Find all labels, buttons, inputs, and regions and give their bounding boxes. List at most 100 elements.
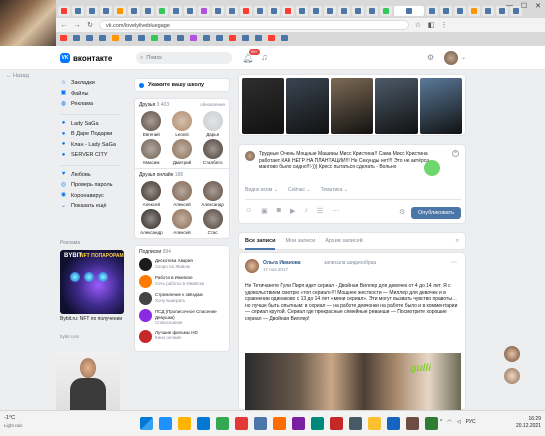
bookmark-icon[interactable] xyxy=(164,35,171,41)
sidebar-item[interactable]: ♥ Любовь xyxy=(60,170,130,181)
more-options-icon[interactable]: ⋯ xyxy=(451,259,457,266)
taskbar-app-icon[interactable] xyxy=(406,417,419,430)
status-textarea[interactable]: Трудные Очень Мощные Машины Мисс Кристин… xyxy=(259,151,447,171)
maximize-icon[interactable]: ☐ xyxy=(521,2,527,10)
ad-caption[interactable]: Bybit.ru: NFT по получении xyxy=(60,316,126,322)
bookmark-icon[interactable] xyxy=(216,35,223,41)
friend-item[interactable]: Максим xyxy=(137,139,166,165)
user-avatar[interactable] xyxy=(444,51,458,65)
sidebar-item[interactable]: ◉ Коронавирус xyxy=(60,191,130,202)
vk-logo[interactable]: VK вконтакте xyxy=(60,53,112,63)
wall-tab[interactable]: Все записи xyxy=(245,233,276,250)
browser-tab[interactable] xyxy=(394,5,424,16)
browser-tab[interactable] xyxy=(212,5,224,16)
close-icon[interactable]: ✕ xyxy=(535,2,541,10)
subscription-item[interactable]: Лучшие фильмы HD Кино онлайн xyxy=(139,329,225,343)
extensions-icon[interactable]: ◧ xyxy=(427,21,435,29)
url-field[interactable]: vk.com/lovelylivebluegage xyxy=(99,20,409,30)
browser-tab[interactable] xyxy=(184,5,196,16)
browser-tab[interactable] xyxy=(454,5,466,16)
post-author[interactable]: Ольга Иванова xyxy=(263,260,301,266)
friend-item[interactable]: Алексей xyxy=(168,209,197,235)
gear-icon[interactable]: ⚙ xyxy=(427,53,434,62)
publish-button[interactable]: Опубликовать xyxy=(411,207,461,219)
browser-tab[interactable] xyxy=(268,5,280,16)
browser-tab[interactable] xyxy=(198,5,210,16)
music-icon[interactable]: ♫ xyxy=(261,52,268,62)
friend-item[interactable]: Сталбато xyxy=(198,139,227,165)
bookmark-icon[interactable] xyxy=(86,35,93,41)
friend-item[interactable]: Дарья xyxy=(198,111,227,137)
post-image[interactable]: gulli xyxy=(245,353,461,411)
search-box[interactable]: ⌕ xyxy=(136,52,232,64)
photo-thumbnail[interactable] xyxy=(375,78,418,134)
wall-tab[interactable]: Архив записей xyxy=(325,238,362,244)
bookmark-icon[interactable] xyxy=(60,35,67,41)
camera-icon[interactable]: ◙ xyxy=(277,207,281,215)
chevron-up-icon[interactable]: ^ xyxy=(440,419,442,425)
photo-icon[interactable]: ▣ xyxy=(261,207,268,215)
browser-tab[interactable] xyxy=(296,5,308,16)
browser-tab[interactable] xyxy=(58,5,70,16)
friend-item[interactable]: Александр xyxy=(198,181,227,207)
sidebar-item[interactable]: ◍ Реклама xyxy=(60,99,130,110)
search-input[interactable] xyxy=(146,55,227,61)
taskbar-app-icon[interactable] xyxy=(178,417,191,430)
sidebar-item[interactable]: ◎ Проверь пароль xyxy=(60,180,130,191)
sidebar-item[interactable]: ● Lady SaGa xyxy=(60,119,130,130)
reload-icon[interactable]: ↻ xyxy=(86,21,94,29)
browser-tab[interactable] xyxy=(366,5,378,16)
taskbar-app-icon[interactable] xyxy=(254,417,267,430)
close-icon[interactable]: × xyxy=(452,150,459,157)
taskbar-app-icon[interactable] xyxy=(425,417,438,430)
taskbar-app-icon[interactable] xyxy=(216,417,229,430)
bookmark-icon[interactable] xyxy=(281,35,288,41)
browser-tab[interactable] xyxy=(282,5,294,16)
weather-widget[interactable]: -1°C Light rain xyxy=(4,415,23,433)
taskbar-app-icon[interactable] xyxy=(368,417,381,430)
browser-tab[interactable] xyxy=(310,5,322,16)
browser-tab[interactable] xyxy=(440,5,452,16)
bookmark-icon[interactable] xyxy=(99,35,106,41)
taskbar-app-icon[interactable] xyxy=(235,417,248,430)
windows-start-icon[interactable] xyxy=(140,417,153,430)
sidebar-item[interactable]: ● SERVER CITY xyxy=(60,150,130,161)
search-icon[interactable]: ⌕ xyxy=(456,238,459,245)
browser-tab[interactable] xyxy=(338,5,350,16)
video-icon[interactable]: ▶ xyxy=(290,207,295,215)
browser-tab[interactable] xyxy=(128,5,140,16)
friend-item[interactable]: Стас xyxy=(198,209,227,235)
subscription-item[interactable]: Стремление к звёздам Хочу выиграть xyxy=(139,292,225,305)
browser-tab[interactable] xyxy=(240,5,252,16)
taskbar-app-icon[interactable] xyxy=(159,417,172,430)
friend-item[interactable]: Алексей xyxy=(168,181,197,207)
sidebar-item[interactable]: ☆ Закладки xyxy=(60,78,130,89)
bookmark-icon[interactable] xyxy=(203,35,210,41)
browser-tab[interactable] xyxy=(86,5,98,16)
more-icon[interactable]: ⋯ xyxy=(332,207,339,215)
photo-thumbnail[interactable] xyxy=(419,78,463,134)
browser-tab[interactable] xyxy=(426,5,438,16)
friend-item[interactable]: Алексей xyxy=(137,181,166,207)
friend-item[interactable]: Евгений xyxy=(137,111,166,137)
online-header[interactable]: Друзья онлайн 188 xyxy=(135,168,229,181)
browser-tab[interactable] xyxy=(100,5,112,16)
visibility-dropdown[interactable]: Видно всем ⌄ xyxy=(245,187,278,193)
bookmark-icon[interactable] xyxy=(112,35,119,41)
browser-tab[interactable] xyxy=(114,5,126,16)
emoji-icon[interactable]: ☺ xyxy=(245,207,252,215)
subscription-item[interactable]: ПСД (Прописочное Спасение Девушки) Сплюсе… xyxy=(139,309,225,326)
sidebar-item[interactable]: ● В Даре Подарки xyxy=(60,129,130,140)
taskbar-app-icon[interactable] xyxy=(330,417,343,430)
ad-banner[interactable]: BYBIT NFT ПОПАРОРАМ xyxy=(60,250,124,314)
browser-tab[interactable] xyxy=(142,5,154,16)
back-arrow-icon[interactable]: ← xyxy=(60,22,68,29)
topic-dropdown[interactable]: Тематика ⌄ xyxy=(321,187,348,193)
bookmark-icon[interactable] xyxy=(229,35,236,41)
browser-tab[interactable] xyxy=(380,5,392,16)
back-link[interactable]: ← Назад xyxy=(6,73,29,79)
sidebar-item[interactable]: ▣ Файлы xyxy=(60,89,130,100)
friend-item[interactable]: Александр xyxy=(137,209,166,235)
taskbar-app-icon[interactable] xyxy=(197,417,210,430)
browser-tab[interactable] xyxy=(170,5,182,16)
